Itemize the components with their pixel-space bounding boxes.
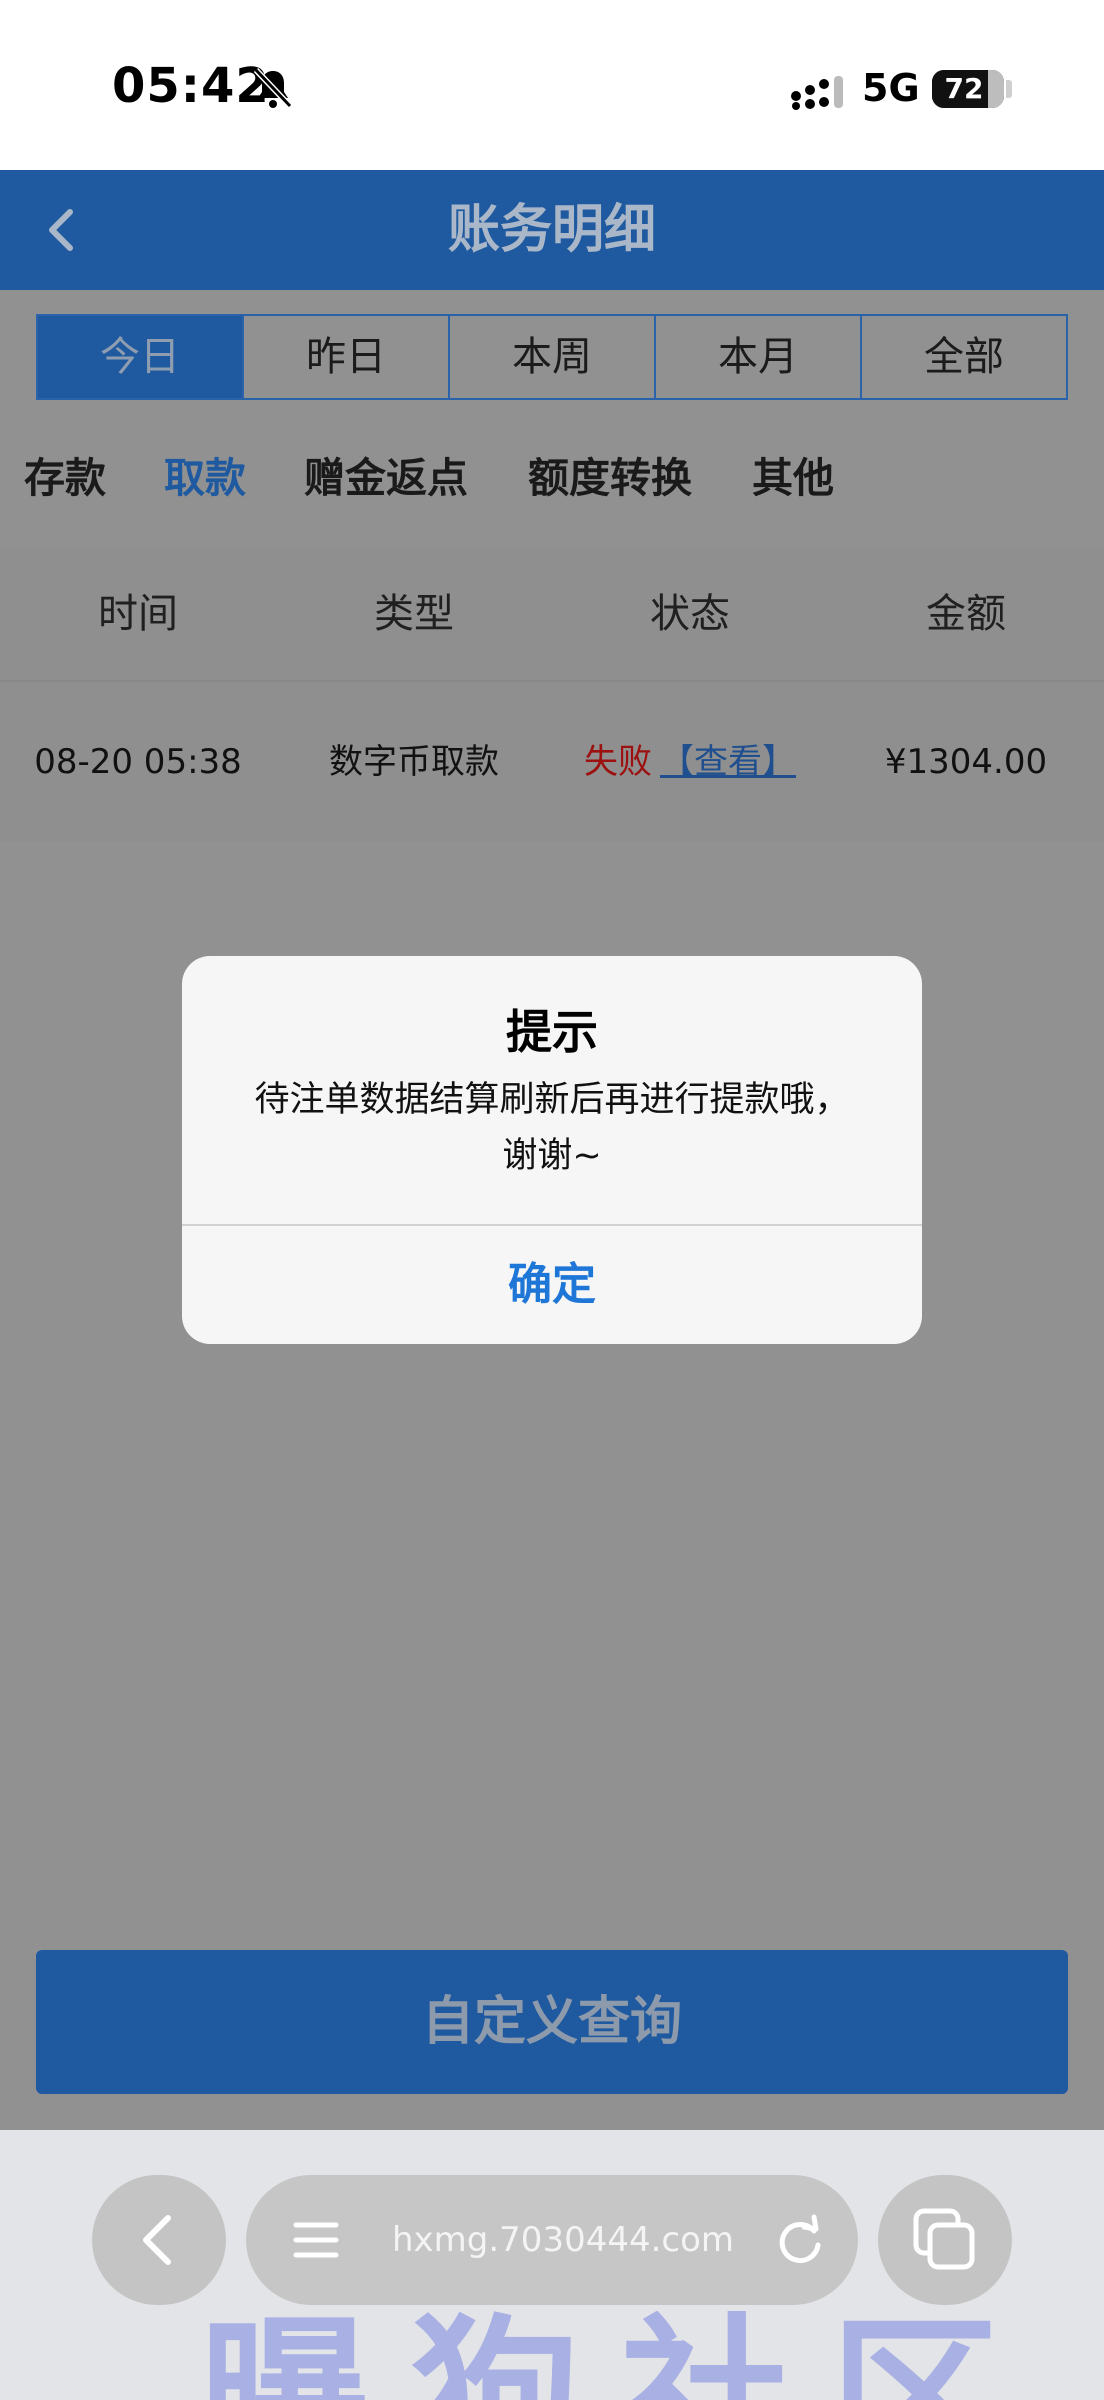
page-title: 账务明细	[447, 200, 656, 260]
status-time: 05:42	[112, 58, 270, 114]
tab-this-month[interactable]: 本月	[656, 316, 862, 398]
table-header: 时间 类型 状态 金额	[0, 548, 1104, 682]
custom-query-button[interactable]: 自定义查询	[36, 1950, 1068, 2094]
menu-icon[interactable]	[292, 2217, 340, 2263]
column-header-type: 类型	[374, 591, 454, 637]
tab-deposit[interactable]: 存款	[24, 428, 106, 528]
chevron-left-icon	[143, 2215, 171, 2265]
bell-muted-icon	[253, 67, 293, 109]
dialog-message-line-2: 谢谢~	[502, 1136, 602, 1176]
tabs-icon	[913, 2208, 975, 2270]
confirm-button[interactable]: 确定	[182, 1226, 922, 1344]
tab-other[interactable]: 其他	[752, 428, 834, 528]
tab-bonus-rebate[interactable]: 赠金返点	[304, 428, 468, 528]
tab-withdraw[interactable]: 取款	[164, 428, 246, 528]
column-header-time: 时间	[98, 591, 178, 637]
tab-all[interactable]: 全部	[862, 316, 1066, 398]
row-status-cell: 失败 【查看】	[552, 682, 828, 842]
battery-nub	[1006, 80, 1012, 98]
battery-icon: 72	[932, 70, 1004, 108]
tab-this-week[interactable]: 本周	[450, 316, 656, 398]
app-header: 账务明细	[0, 170, 1104, 290]
dialog-title: 提示	[506, 1005, 598, 1059]
category-tabs: 存款 取款 赠金返点 额度转换 其他	[0, 428, 1104, 528]
row-type: 数字币取款	[329, 742, 499, 782]
tab-yesterday[interactable]: 昨日	[244, 316, 450, 398]
browser-back-button[interactable]	[92, 2175, 226, 2305]
view-details-link[interactable]: 【查看】	[660, 742, 796, 782]
table-row: 08-20 05:38 数字币取款 失败 【查看】 ¥1304.00	[0, 682, 1104, 842]
alert-dialog: 提示 待注单数据结算刷新后再进行提款哦， 谢谢~ 确定	[182, 956, 922, 1344]
dialog-message-line-1: 待注单数据结算刷新后再进行提款哦，	[254, 1080, 850, 1120]
url-text: hxmg.7030444.com	[392, 2220, 735, 2260]
tab-transfer[interactable]: 额度转换	[528, 428, 692, 528]
status-badge: 失败	[584, 742, 652, 782]
tab-today[interactable]: 今日	[38, 316, 244, 398]
reload-icon[interactable]	[774, 2213, 826, 2267]
browser-toolbar: 曝狗社区 hxmg.7030444.com	[0, 2130, 1104, 2400]
status-bar: 05:42 5G 72	[0, 0, 1104, 170]
network-label: 5G	[862, 66, 920, 110]
row-amount: ¥1304.00	[884, 742, 1048, 782]
address-bar[interactable]: hxmg.7030444.com	[246, 2175, 858, 2305]
signal-icon	[791, 76, 843, 110]
row-time: 08-20 05:38	[34, 742, 242, 782]
column-header-amount: 金额	[926, 591, 1006, 637]
battery-level-text: 72	[944, 72, 984, 105]
tabs-button[interactable]	[878, 2175, 1012, 2305]
column-header-status: 状态	[650, 591, 730, 637]
dialog-message: 待注单数据结算刷新后再进行提款哦， 谢谢~	[222, 1072, 882, 1184]
period-tabs: 今日 昨日 本周 本月 全部	[36, 314, 1068, 400]
